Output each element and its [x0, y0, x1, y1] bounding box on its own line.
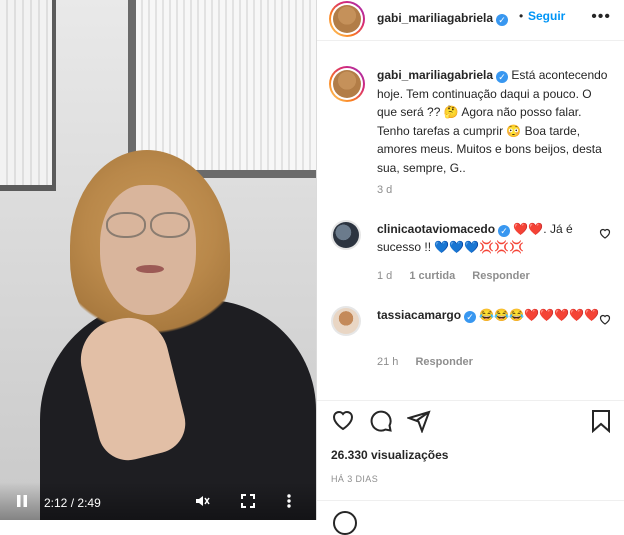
view-count[interactable]: 26.330 visualizações [331, 448, 448, 462]
video-person-face [100, 185, 196, 315]
verified-badge-icon: ✓ [498, 225, 511, 237]
more-options-icon[interactable]: ••• [591, 8, 611, 26]
comment-meta: 1 d 1 curtida Responder [377, 270, 544, 282]
time-separator: / [70, 496, 75, 510]
comment-icon[interactable] [369, 409, 393, 438]
reply-button[interactable]: Responder [472, 270, 529, 282]
comment-username[interactable]: tassiacamargo [377, 308, 461, 322]
video-controls: 2:12 / 2:49 [0, 482, 316, 520]
paper-plane-icon[interactable] [405, 409, 431, 438]
comment-avatar[interactable] [331, 220, 361, 250]
verified-badge-icon: ✓ [464, 311, 477, 323]
comment-like-icon[interactable] [599, 228, 611, 242]
header-separator: • [519, 9, 524, 23]
bookmark-icon[interactable] [591, 409, 611, 438]
time-current: 2:12 [44, 496, 68, 510]
comment-text: 😂😂😂❤️❤️❤️❤️❤️ [479, 308, 599, 322]
comment-age[interactable]: 1 d [377, 270, 392, 282]
video-person-mouth [136, 265, 164, 273]
video-player[interactable]: 2:12 / 2:49 [0, 0, 316, 520]
video-window-left [0, 0, 56, 191]
comment: tassiacamargo ✓ 😂😂😂❤️❤️❤️❤️❤️ [377, 306, 605, 324]
post-date: HÁ 3 DIAS [331, 474, 379, 484]
volume-muted-icon[interactable] [192, 491, 212, 511]
caption: gabi_mariliagabriela ✓ Está acontecendo h… [377, 66, 613, 177]
video-person-glasses [106, 212, 190, 238]
action-bar [317, 400, 624, 441]
author-username[interactable]: gabi_mariliagabriela [377, 11, 493, 25]
video-time: 2:12 / 2:49 [44, 496, 101, 510]
pause-icon[interactable] [12, 491, 32, 511]
add-comment-bar [317, 500, 624, 535]
fullscreen-icon[interactable] [238, 491, 258, 511]
comment: clinicaotaviomacedo ✓ ❤️❤️. Já é sucesso … [377, 220, 605, 256]
heart-icon[interactable] [331, 409, 355, 436]
time-total: 2:49 [77, 496, 101, 510]
post-panel: gabi_mariliagabriela ✓ • Seguir ••• gabi_… [316, 0, 624, 535]
comment-like-icon[interactable] [599, 314, 611, 328]
comment-age[interactable]: 21 h [377, 356, 398, 368]
vertical-dots-icon[interactable] [282, 491, 296, 511]
reply-button[interactable]: Responder [415, 356, 472, 368]
caption-avatar[interactable] [329, 66, 365, 102]
caption-text: Está acontecendo hoje. Tem continuação d… [377, 68, 608, 175]
verified-badge-icon: ✓ [496, 71, 509, 83]
post-header: gabi_mariliagabriela ✓ • Seguir ••• [317, 0, 624, 41]
comment-likes[interactable]: 1 curtida [409, 270, 455, 282]
caption-username[interactable]: gabi_mariliagabriela [377, 68, 493, 82]
verified-badge-icon: ✓ [496, 14, 509, 26]
comment-username[interactable]: clinicaotaviomacedo [377, 222, 495, 236]
comment-avatar[interactable] [331, 306, 361, 336]
comment-meta: 21 h Responder [377, 356, 487, 368]
emoji-icon[interactable] [333, 511, 357, 535]
follow-button[interactable]: Seguir [528, 9, 565, 23]
author-avatar[interactable] [329, 1, 365, 37]
caption-age[interactable]: 3 d [377, 184, 392, 196]
